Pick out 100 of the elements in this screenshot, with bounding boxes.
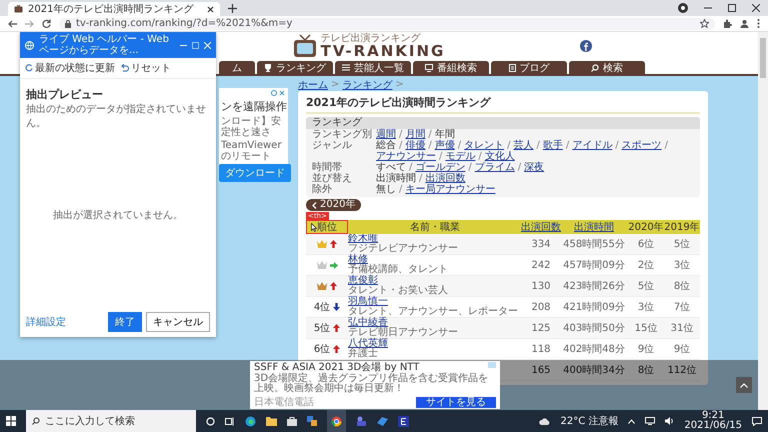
nav-tab[interactable]: 番組検索 (413, 61, 489, 74)
taskbar-search-field[interactable]: ここに入力して検索 (26, 410, 196, 432)
search-icon (32, 417, 40, 425)
filter-option[interactable]: モデル (445, 151, 476, 162)
bottom-ad[interactable]: SSFF & ASIA 2021 3D会場 by NTT 3D会場限定、過去グランプリ作品を含む受賞作品を上映。映画祭会期中は毎日更新！ 日本電信電話 サイトを見る (250, 361, 500, 409)
document-icon (508, 64, 516, 72)
filter-option[interactable]: 文化人 (484, 151, 515, 162)
nav-tab[interactable]: ム (219, 61, 255, 74)
rank-2020: 5位 (636, 280, 656, 294)
breadcrumb-link[interactable]: ランキング (342, 78, 392, 92)
filter-option[interactable]: ゴールデン (415, 162, 466, 173)
reload-icon[interactable] (42, 19, 51, 28)
star-icon[interactable] (700, 19, 709, 28)
address-bar[interactable]: tv-ranking.com/ranking/?d=%2021%&m=y (59, 18, 715, 30)
filter-option[interactable]: 週間 (376, 129, 396, 140)
scroll-to-top-button[interactable] (736, 377, 752, 393)
diamond-app-icon[interactable] (377, 416, 388, 426)
appearance-count: 208 (530, 300, 552, 314)
option-separator: / (478, 151, 482, 162)
appearance-count: 242 (530, 258, 552, 272)
column-header[interactable]: 出演回数 (522, 220, 560, 234)
network-icon[interactable] (645, 417, 656, 425)
weather-text[interactable]: 22°C 注意報 (560, 414, 618, 428)
appearance-time: 400時間34分 (562, 364, 626, 378)
record-icon[interactable] (678, 3, 688, 13)
nav-tab[interactable]: 芸能人一覧 (335, 61, 411, 74)
filter-option[interactable]: スポーツ (622, 140, 662, 151)
puzzle-icon[interactable] (723, 19, 732, 28)
ad-banner[interactable]: ンを遠隔操作 ンロード】安定性と速さ TeamViewerのリモート ダウンロード (219, 88, 288, 182)
profile-icon[interactable] (740, 19, 749, 28)
chrome-browser-icon[interactable] (331, 416, 342, 426)
notification-icon[interactable] (752, 416, 762, 426)
rank-2019: 31位 (670, 322, 694, 336)
site-logo[interactable]: TV-RANKING (320, 44, 446, 58)
cancel-button[interactable]: キャンセル (146, 312, 210, 332)
breadcrumb-separator: > (395, 79, 404, 90)
menu-icon[interactable] (757, 19, 760, 28)
breadcrumb-link[interactable]: ホーム (298, 78, 328, 92)
person-name-link[interactable]: 恵俊彰 (348, 276, 378, 286)
column-header: 順位 (306, 220, 348, 234)
undo-icon (121, 64, 129, 72)
filter-option[interactable]: アナウンサー (376, 151, 436, 162)
speaker-icon[interactable] (665, 417, 674, 425)
task-view-icon[interactable] (225, 416, 235, 426)
filter-option[interactable]: 芸人 (514, 140, 534, 151)
rank-number: 6位 (314, 343, 330, 356)
visit-site-button[interactable]: サイトを見る (416, 397, 496, 408)
refresh-button[interactable]: 最新の状態に更新 (25, 61, 115, 75)
column-header[interactable]: 出演時間 (560, 220, 628, 234)
maximize-icon[interactable] (728, 4, 736, 12)
nav-tab[interactable]: ブログ (491, 61, 567, 74)
folder-icon[interactable] (266, 416, 277, 426)
previous-year-button[interactable]: 2020年 (306, 199, 362, 211)
rank-2019: 112位 (666, 364, 698, 378)
rank-2020: 2位 (636, 259, 656, 273)
appearance-time: 423時間26分 (562, 280, 626, 294)
option-separator: / (468, 162, 472, 173)
cloud-icon (539, 418, 550, 424)
ad-headline: ンを遠隔操作 (221, 99, 287, 114)
filter-option: 総合 (376, 140, 396, 151)
chevron-up-icon[interactable] (628, 418, 636, 424)
person-name-link[interactable]: 羽鳥慎一 (348, 297, 388, 307)
shopping-bag-icon[interactable] (287, 416, 297, 426)
reset-button[interactable]: リセット (121, 61, 171, 75)
filter-option[interactable]: 歌手 (542, 140, 563, 151)
nav-tab[interactable]: 検索 (569, 61, 645, 74)
nav-tab[interactable]: ランキング (257, 61, 333, 74)
facebook-icon[interactable] (580, 40, 592, 52)
advanced-settings-link[interactable]: 詳細設定 (26, 315, 66, 329)
appearance-time: 403時間50分 (562, 322, 626, 336)
edge-browser-icon[interactable] (245, 416, 256, 426)
finish-button[interactable]: 終了 (108, 312, 142, 332)
letter-e-app-icon[interactable] (398, 416, 409, 426)
app-tiles-icon[interactable] (307, 416, 317, 426)
person-occupation: フジテレビアナウンサー (348, 244, 458, 254)
windows-start-icon[interactable] (6, 416, 16, 426)
close-icon[interactable] (207, 6, 214, 12)
option-separator: / (536, 140, 540, 151)
option-separator: / (439, 151, 442, 162)
filter-option[interactable]: プライム (474, 162, 515, 173)
preview-note: 抽出のためのデータが指定されていません。 (26, 102, 207, 130)
filter-option[interactable]: タレント (464, 140, 504, 151)
back-arrow-icon[interactable] (8, 20, 17, 28)
scrollbar[interactable] (758, 32, 768, 410)
filter-option[interactable]: 深夜 (524, 162, 544, 173)
filter-option[interactable]: 月間 (405, 129, 426, 140)
cortana-circle-icon[interactable] (206, 416, 215, 426)
filter-option[interactable]: 出演回数 (425, 173, 466, 184)
person-name-link[interactable]: 弘中綾香 (348, 318, 388, 328)
filter-label: 並び替え (312, 173, 353, 184)
filter-option[interactable]: キー局アナウンサー (405, 184, 496, 195)
person-name-link[interactable]: 林修 (348, 255, 368, 265)
close-icon[interactable] (752, 4, 760, 12)
filter-option[interactable]: 俳優 (405, 140, 426, 151)
filter-option[interactable]: 声優 (434, 140, 455, 151)
people-app-icon[interactable] (356, 416, 367, 426)
filter-option[interactable]: アイドル (572, 140, 612, 151)
clock[interactable]: 9:21 2021/06/15 (684, 411, 742, 431)
new-tab-icon[interactable] (228, 4, 237, 12)
person-name-link[interactable]: 八代英輝 (348, 339, 388, 349)
